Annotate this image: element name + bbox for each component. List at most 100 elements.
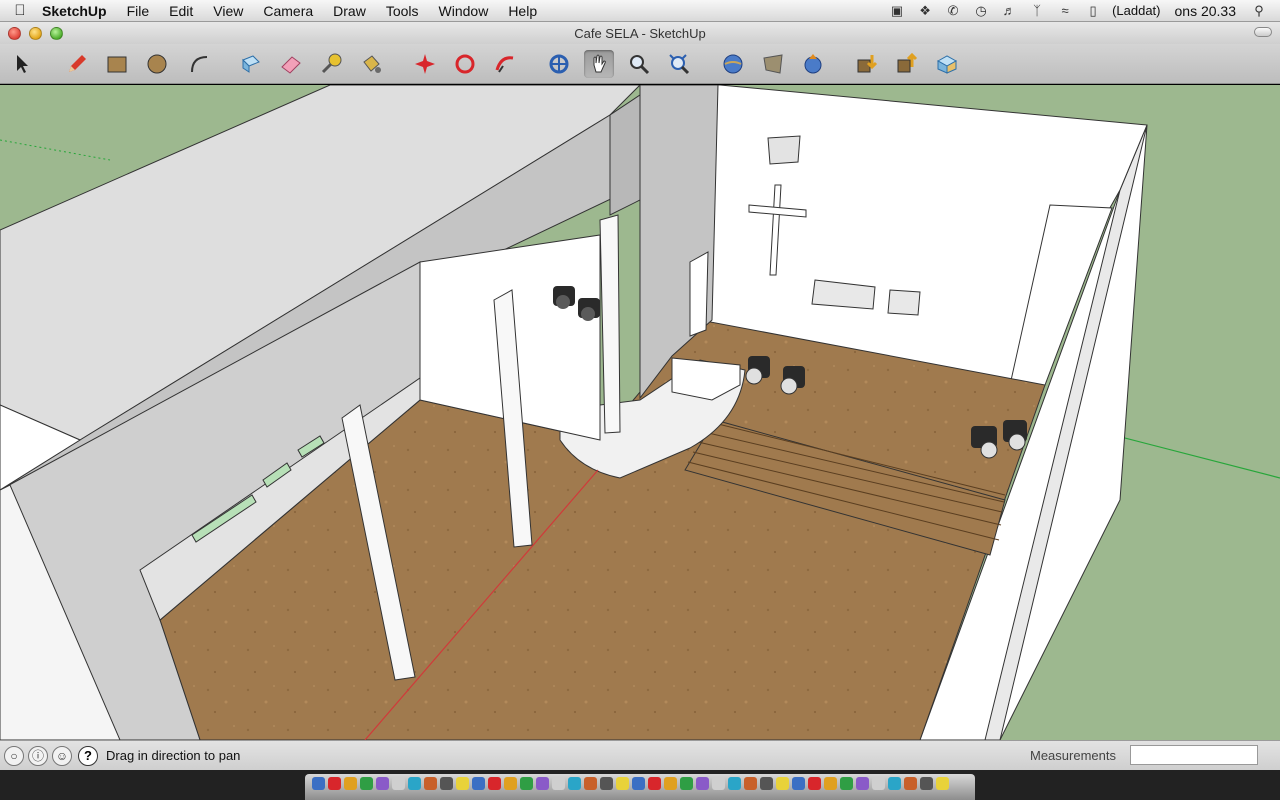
- dock-app-icon[interactable]: [600, 777, 613, 790]
- pencil-tool[interactable]: [62, 50, 92, 78]
- dock-app-icon[interactable]: [584, 777, 597, 790]
- select-tool[interactable]: [8, 50, 38, 78]
- volume-icon[interactable]: ♬: [1000, 3, 1018, 19]
- status-menus: ▣ ❖ ✆ ◷ ♬ ᛉ ≈ ▯ (Laddat) ons 20.33 ⚲: [888, 3, 1280, 19]
- dock-app-icon[interactable]: [472, 777, 485, 790]
- dock-app-icon[interactable]: [760, 777, 773, 790]
- model-viewport[interactable]: [0, 85, 1280, 740]
- toolbar-toggle-button[interactable]: [1254, 27, 1272, 37]
- dock-app-icon[interactable]: [552, 777, 565, 790]
- dock-app-icon[interactable]: [776, 777, 789, 790]
- position-camera-tool[interactable]: [758, 50, 788, 78]
- dock-app-icon[interactable]: [648, 777, 661, 790]
- menu-window[interactable]: Window: [429, 3, 499, 19]
- push-pull-tool[interactable]: [410, 50, 440, 78]
- dock-app-icon[interactable]: [616, 777, 629, 790]
- arc-tool[interactable]: [184, 50, 214, 78]
- menu-view[interactable]: View: [203, 3, 253, 19]
- help-icon[interactable]: ?: [78, 745, 98, 766]
- dock-app-icon[interactable]: [872, 777, 885, 790]
- menu-help[interactable]: Help: [498, 3, 547, 19]
- dock-app-icon[interactable]: [440, 777, 453, 790]
- menu-draw[interactable]: Draw: [323, 3, 376, 19]
- dock-app-icon[interactable]: [936, 777, 949, 790]
- apple-menu-icon[interactable]: : [0, 2, 40, 19]
- walk-tool[interactable]: [798, 50, 828, 78]
- move-tool[interactable]: [450, 50, 480, 78]
- window-title: Cafe SELA - SketchUp: [574, 25, 706, 41]
- dock-app-icon[interactable]: [504, 777, 517, 790]
- circle-tool[interactable]: [142, 50, 172, 78]
- geolocation-icon[interactable]: ○: [4, 745, 24, 766]
- spotlight-icon[interactable]: ⚲: [1250, 3, 1268, 19]
- dock-app-icon[interactable]: [664, 777, 677, 790]
- app-menu[interactable]: SketchUp: [40, 3, 117, 19]
- make-component-tool[interactable]: [236, 50, 266, 78]
- dock-app-icon[interactable]: [488, 777, 501, 790]
- battery-label[interactable]: (Laddat): [1112, 3, 1160, 18]
- pan-tool[interactable]: [584, 50, 614, 78]
- preview-google-earth-tool[interactable]: [932, 50, 962, 78]
- time-machine-icon[interactable]: ◷: [972, 3, 990, 19]
- dock-app-icon[interactable]: [424, 777, 437, 790]
- zoom-tool[interactable]: [624, 50, 654, 78]
- dock-app-icon[interactable]: [456, 777, 469, 790]
- battery-icon[interactable]: ▯: [1084, 3, 1102, 19]
- phone-icon[interactable]: ✆: [944, 3, 962, 19]
- user-account-icon[interactable]: ☺: [52, 745, 72, 766]
- dock-app-icon[interactable]: [408, 777, 421, 790]
- dock-app-icon[interactable]: [744, 777, 757, 790]
- dock-app-icon[interactable]: [888, 777, 901, 790]
- previous-view-tool[interactable]: [718, 50, 748, 78]
- dock-app-icon[interactable]: [680, 777, 693, 790]
- dock-app-icon[interactable]: [328, 777, 341, 790]
- credits-icon[interactable]: ⓘ: [28, 745, 48, 766]
- dock-app-icon[interactable]: [520, 777, 533, 790]
- measurements-input[interactable]: [1130, 745, 1258, 765]
- bucket-icon: [363, 55, 381, 73]
- dock-app-icon[interactable]: [376, 777, 389, 790]
- rotate-tool[interactable]: [490, 50, 520, 78]
- menu-clock[interactable]: ons 20.33: [1171, 3, 1241, 19]
- orbit-tool[interactable]: [544, 50, 574, 78]
- eraser-tool[interactable]: [276, 50, 306, 78]
- menu-camera[interactable]: Camera: [253, 3, 323, 19]
- dock-app-icon[interactable]: [712, 777, 725, 790]
- get-models-tool[interactable]: [852, 50, 882, 78]
- minimize-button[interactable]: [29, 26, 42, 40]
- dropbox-icon[interactable]: ❖: [916, 3, 934, 19]
- dock-app-icon[interactable]: [632, 777, 645, 790]
- menu-tools[interactable]: Tools: [376, 3, 429, 19]
- menu-edit[interactable]: Edit: [159, 3, 203, 19]
- dock-app-icon[interactable]: [904, 777, 917, 790]
- dock-app-icon[interactable]: [840, 777, 853, 790]
- window-controls: [0, 26, 63, 40]
- rectangle-tool[interactable]: [102, 50, 132, 78]
- dock-app-icon[interactable]: [312, 777, 325, 790]
- bluetooth-icon[interactable]: ᛉ: [1028, 3, 1046, 19]
- dock-app-icon[interactable]: [728, 777, 741, 790]
- dock-app-icon[interactable]: [344, 777, 357, 790]
- dock-app-icon[interactable]: [392, 777, 405, 790]
- dock-app-icon[interactable]: [360, 777, 373, 790]
- dock-app-icon[interactable]: [808, 777, 821, 790]
- dock-app-icon[interactable]: [856, 777, 869, 790]
- wifi-icon[interactable]: ≈: [1056, 3, 1074, 19]
- dock-app-icon[interactable]: [792, 777, 805, 790]
- zoom-button[interactable]: [50, 26, 63, 40]
- dock-app-icon[interactable]: [824, 777, 837, 790]
- spaces-icon[interactable]: ▣: [888, 3, 906, 19]
- dock-app-icon[interactable]: [568, 777, 581, 790]
- dock-app-icon[interactable]: [536, 777, 549, 790]
- paint-bucket-tool[interactable]: [356, 50, 386, 78]
- close-button[interactable]: [8, 26, 21, 40]
- zoom-extents-tool[interactable]: [664, 50, 694, 78]
- tape-measure-tool[interactable]: [316, 50, 346, 78]
- dock-app-icon[interactable]: [920, 777, 933, 790]
- status-bar: ○ ⓘ ☺ ? Drag in direction to pan Measure…: [0, 740, 1280, 770]
- menu-file[interactable]: File: [117, 3, 160, 19]
- globe-icon: [723, 54, 743, 74]
- hand-icon: [593, 54, 606, 73]
- dock-app-icon[interactable]: [696, 777, 709, 790]
- share-model-tool[interactable]: [892, 50, 922, 78]
